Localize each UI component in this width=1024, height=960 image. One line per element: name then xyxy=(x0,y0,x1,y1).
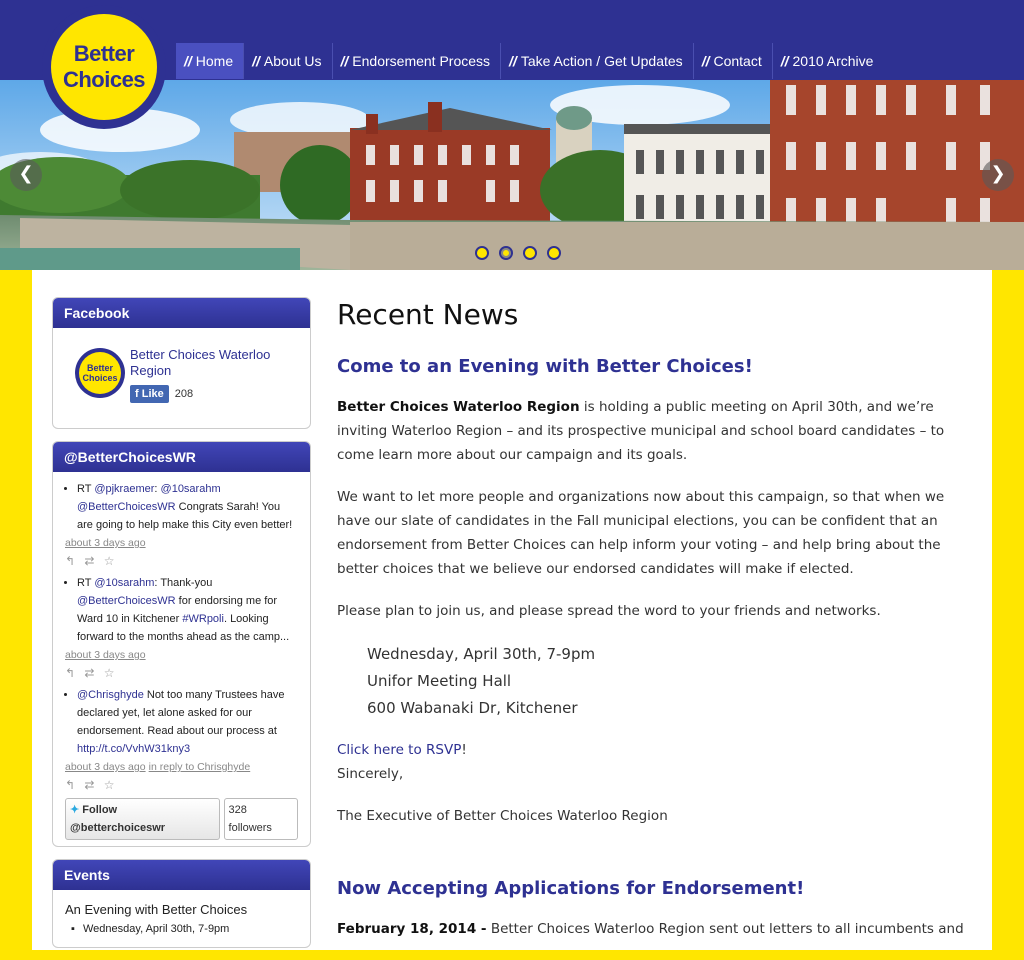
nav-separator: // xyxy=(340,53,349,69)
slider-dot-1[interactable] xyxy=(475,246,489,260)
slider-next-button[interactable]: ❯ xyxy=(982,159,1014,191)
events-widget: Events An Evening with Better Choices We… xyxy=(52,859,311,948)
post-date: February 18, 2014 - xyxy=(337,921,487,937)
event-datetime: Wednesday, April 30th, 7-9pm xyxy=(367,645,596,663)
nav-item-home[interactable]: //Home xyxy=(176,43,245,79)
tweet-timestamp[interactable]: about 3 days ago xyxy=(65,646,298,664)
like-label: Like xyxy=(141,388,164,400)
avatar-text: Choices xyxy=(82,373,118,383)
twitter-follow-button[interactable]: ✦ Follow @betterchoiceswr xyxy=(65,798,220,840)
paragraph-text: Better Choices Waterloo Region sent out … xyxy=(486,921,964,937)
facebook-f-icon: f xyxy=(135,388,142,400)
tweet-timestamp[interactable]: about 3 days ago xyxy=(65,761,146,773)
like-count: 208 xyxy=(174,388,194,400)
slider-dot-4[interactable] xyxy=(547,246,561,260)
rsvp-line: Click here to RSVP! xyxy=(337,738,977,762)
twitter-bird-icon: ✦ xyxy=(70,804,83,816)
post-title-link[interactable]: Come to an Evening with Better Choices! xyxy=(337,356,977,377)
slider-prev-button[interactable]: ❮ xyxy=(10,159,42,191)
tweet-actions[interactable]: ↰ ⇄ ☆ xyxy=(65,776,298,794)
logo-text-choices: Choices xyxy=(62,67,146,92)
hashtag-link[interactable]: #WRpoli xyxy=(182,613,224,625)
tweet-actions[interactable]: ↰ ⇄ ☆ xyxy=(65,664,298,682)
event-date: Wednesday, April 30th, 7-9pm xyxy=(65,923,298,935)
facebook-widget: Facebook Better Choices Better Choices W… xyxy=(52,297,311,429)
content-area: Facebook Better Choices Better Choices W… xyxy=(32,270,992,950)
post-paragraph: We want to let more people and organizat… xyxy=(337,489,945,577)
event-venue: Unifor Meeting Hall xyxy=(367,672,512,690)
tweet-timestamp[interactable]: about 3 days ago xyxy=(65,534,298,552)
site-logo[interactable]: Better Choices xyxy=(42,5,166,129)
nav-separator: // xyxy=(184,53,192,69)
nav-item-endorsement-process[interactable]: //Endorsement Process xyxy=(333,43,502,79)
in-reply-to-link[interactable]: in reply to Chrisghyde xyxy=(149,761,251,773)
nav-separator: // xyxy=(252,53,260,69)
mention-link[interactable]: @10sarahm xyxy=(94,577,154,589)
post-signoff: The Executive of Better Choices Waterloo… xyxy=(337,808,668,824)
avatar-text: Better xyxy=(86,363,113,373)
tweet: RT @pjkraemer: @10sarahm @BetterChoicesW… xyxy=(65,480,298,570)
facebook-like-button[interactable]: f Like xyxy=(130,385,169,403)
nav-item-take-action[interactable]: //Take Action / Get Updates xyxy=(501,43,694,79)
nav-separator: // xyxy=(701,53,710,69)
twitter-widget: @BetterChoicesWR RT @pjkraemer: @10sarah… xyxy=(52,441,311,847)
main-nav: //Home //About Us //Endorsement Process … xyxy=(176,43,883,79)
mention-link[interactable]: @BetterChoicesWR xyxy=(77,501,176,513)
post-paragraph: Better Choices Waterloo Region is holdin… xyxy=(337,395,977,467)
facebook-page-avatar[interactable]: Better Choices xyxy=(75,348,125,398)
event-street: 600 Wabanaki Dr, Kitchener xyxy=(367,699,578,717)
nav-separator: // xyxy=(509,53,517,69)
mention-link[interactable]: @BetterChoicesWR xyxy=(77,595,176,607)
nav-label: Contact xyxy=(713,53,762,69)
rsvp-link[interactable]: Click here to RSVP xyxy=(337,742,461,758)
sincerely-text: Sincerely, xyxy=(337,766,404,782)
slider-pagination xyxy=(475,246,561,260)
post-paragraph: February 18, 2014 - Better Choices Water… xyxy=(337,917,977,941)
main-content: Recent News Come to an Evening with Bett… xyxy=(337,294,977,959)
tweet-url-link[interactable]: http://t.co/VvhW31kny3 xyxy=(77,743,190,755)
nav-item-2010-archive[interactable]: //2010 Archive xyxy=(773,43,884,79)
facebook-page-name[interactable]: Better Choices Waterloo Region xyxy=(130,347,280,379)
widget-title: Events xyxy=(53,860,310,890)
tweet-text: RT xyxy=(77,483,95,495)
nav-item-about-us[interactable]: //About Us xyxy=(244,43,333,79)
nav-label: Endorsement Process xyxy=(352,53,491,69)
tweet: RT @10sarahm: Thank-you @BetterChoicesWR… xyxy=(65,574,298,682)
logo-badge: Better Choices xyxy=(51,14,157,120)
nav-item-contact[interactable]: //Contact xyxy=(694,43,773,79)
post-paragraph: Please plan to join us, and please sprea… xyxy=(337,603,881,619)
page-title: Recent News xyxy=(337,298,519,331)
rsvp-punct: ! xyxy=(461,742,467,758)
sidebar: Facebook Better Choices Better Choices W… xyxy=(52,297,311,960)
mention-link[interactable]: @10sarahm xyxy=(161,483,221,495)
tweet-text: RT xyxy=(77,577,95,589)
tweet: @Chrisghyde Not too many Trustees have d… xyxy=(65,686,298,794)
post-title-link[interactable]: Now Accepting Applications for Endorseme… xyxy=(337,878,977,899)
widget-title: @BetterChoicesWR xyxy=(53,442,310,472)
nav-label: About Us xyxy=(263,53,322,69)
event-title[interactable]: An Evening with Better Choices xyxy=(65,902,298,917)
widget-title: Facebook xyxy=(53,298,310,328)
org-name: Better Choices Waterloo Region xyxy=(337,399,580,415)
nav-label: Home xyxy=(195,53,234,69)
event-address: Wednesday, April 30th, 7-9pm Unifor Meet… xyxy=(337,641,977,722)
slider-dot-2[interactable] xyxy=(499,246,513,260)
nav-separator: // xyxy=(780,53,789,69)
nav-label: 2010 Archive xyxy=(792,53,874,69)
hero-slider-image xyxy=(0,80,1024,270)
follower-count: 328 followers xyxy=(223,798,298,840)
nav-label: Take Action / Get Updates xyxy=(520,53,683,69)
follow-label: Follow @betterchoiceswr xyxy=(70,804,166,834)
tweet-text: : Thank-you xyxy=(154,577,213,589)
tweet-actions[interactable]: ↰ ⇄ ☆ xyxy=(65,552,298,570)
mention-link[interactable]: @Chrisghyde xyxy=(77,689,144,701)
mention-link[interactable]: @pjkraemer xyxy=(94,483,154,495)
slider-dot-3[interactable] xyxy=(523,246,537,260)
logo-text-better: Better xyxy=(73,41,135,66)
city-skyline-photo xyxy=(0,80,1024,270)
